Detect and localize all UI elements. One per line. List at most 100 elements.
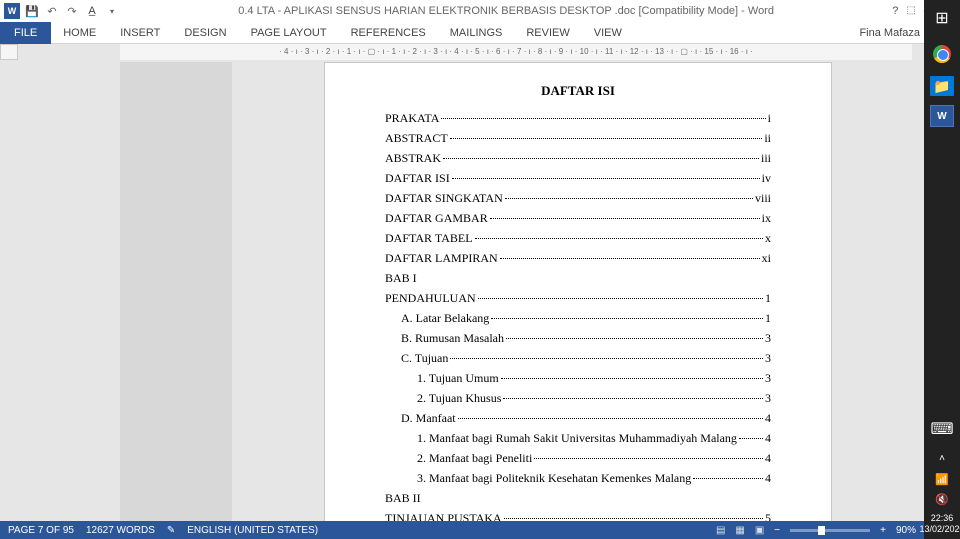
- toc-page: 1: [765, 291, 771, 306]
- page-container[interactable]: DAFTAR ISI PRAKATAi ABSTRACT ii ABSTRAK iii D…: [0, 62, 924, 521]
- word-taskbar-icon[interactable]: W: [926, 100, 958, 132]
- toc-page: 3: [765, 391, 771, 406]
- toc-dots: [491, 309, 763, 319]
- toc-text: DAFTAR LAMPIRAN: [385, 251, 498, 266]
- toc-dots: [506, 329, 763, 339]
- save-icon[interactable]: 💾: [24, 3, 40, 19]
- toc-page: 3: [765, 351, 771, 366]
- toc-line: DAFTAR SINGKATANviii: [385, 191, 771, 206]
- help-icon[interactable]: ?: [892, 5, 898, 18]
- tab-file[interactable]: FILE: [0, 22, 51, 44]
- tab-view[interactable]: VIEW: [582, 22, 634, 44]
- toc-text: 3. Manfaat bagi Politeknik Kesehatan Kem…: [417, 471, 691, 486]
- toc-text: ABSTRACT: [385, 131, 448, 146]
- quick-access-toolbar: W 💾 ↶ ↷ A̲ ▾: [4, 3, 120, 19]
- toc-page: ii: [764, 131, 771, 146]
- zoom-out-icon[interactable]: −: [774, 525, 780, 536]
- toc-line: BAB I: [385, 271, 771, 286]
- start-icon[interactable]: ⊞: [926, 2, 958, 34]
- tray-clock[interactable]: 22:36 13/02/2020: [919, 509, 960, 539]
- status-page[interactable]: PAGE 7 OF 95: [8, 525, 74, 536]
- zoom-slider[interactable]: [790, 529, 870, 532]
- window-title: 0.4 LTA - APLIKASI SENSUS HARIAN ELEKTRO…: [120, 5, 892, 17]
- volume-icon[interactable]: 🔇: [926, 491, 958, 507]
- toc-text: 2. Manfaat bagi Peneliti: [417, 451, 532, 466]
- toc-dots: [450, 349, 763, 359]
- toc-line: DAFTAR LAMPIRAN xi: [385, 251, 771, 266]
- toc-text: A. Latar Belakang: [401, 311, 489, 326]
- tab-home[interactable]: HOME: [51, 22, 108, 44]
- zoom-level[interactable]: 90%: [896, 525, 916, 536]
- zoom-in-icon[interactable]: +: [880, 525, 886, 536]
- toc-line: BAB II: [385, 491, 771, 506]
- toc-page: 4: [765, 431, 771, 446]
- wifi-icon[interactable]: 📶: [926, 471, 958, 487]
- table-of-contents: PRAKATAi ABSTRACT ii ABSTRAK iii DAFTAR ISI iv…: [385, 111, 771, 521]
- toc-text: DAFTAR GAMBAR: [385, 211, 488, 226]
- tab-mailings[interactable]: MAILINGS: [438, 22, 515, 44]
- toc-text: D. Manfaat: [401, 411, 456, 426]
- view-read-icon[interactable]: ▤: [716, 525, 725, 536]
- view-web-icon[interactable]: ▣: [755, 525, 764, 536]
- proofing-icon[interactable]: ✎: [167, 525, 175, 536]
- toc-line: B. Rumusan Masalah3: [385, 331, 771, 346]
- toc-line: 2. Tujuan Khusus3: [385, 391, 771, 406]
- status-lang[interactable]: ENGLISH (UNITED STATES): [187, 525, 318, 536]
- toc-page: iv: [762, 171, 771, 186]
- keyboard-icon[interactable]: ⌨: [926, 413, 958, 445]
- toc-text: DAFTAR SINGKATAN: [385, 191, 503, 206]
- toc-page: xi: [762, 251, 771, 266]
- toc-dots: [693, 469, 763, 479]
- toc-text: ABSTRAK: [385, 151, 441, 166]
- view-print-icon[interactable]: ▦: [735, 525, 744, 536]
- user-name: Fina Mafaza: [859, 27, 920, 39]
- toc-page: x: [765, 231, 771, 246]
- toc-text: PENDAHULUAN: [385, 291, 476, 306]
- toc-page: iii: [761, 151, 771, 166]
- toc-page: 3: [765, 371, 771, 386]
- show-hidden-icon[interactable]: ˄: [926, 449, 958, 467]
- redo-icon[interactable]: ↷: [64, 3, 80, 19]
- taskbar: ⊞ 📁 W ⌨ ˄ 📶 🔇 22:36 13/02/2020: [924, 0, 960, 539]
- status-words[interactable]: 12627 WORDS: [86, 525, 155, 536]
- page-title: DAFTAR ISI: [385, 83, 771, 99]
- toc-dots: [452, 169, 760, 179]
- tab-design[interactable]: DESIGN: [172, 22, 238, 44]
- toc-line: A. Latar Belakang 1: [385, 311, 771, 326]
- tab-insert[interactable]: INSERT: [108, 22, 172, 44]
- tray-date: 13/02/2020: [919, 524, 960, 535]
- tray-time: 22:36: [919, 513, 960, 524]
- toc-dots: [534, 449, 763, 459]
- qat-dropdown-icon[interactable]: ▾: [104, 3, 120, 19]
- toc-text: 1. Tujuan Umum: [417, 371, 499, 386]
- toc-line: PRAKATAi: [385, 111, 771, 126]
- toc-dots: [441, 109, 765, 119]
- toc-page: 3: [765, 331, 771, 346]
- prev-page-shadow: [120, 62, 232, 521]
- chrome-taskbar-icon[interactable]: [926, 38, 958, 70]
- toc-dots: [501, 369, 763, 379]
- toc-page: ix: [762, 211, 771, 226]
- document-page[interactable]: DAFTAR ISI PRAKATAi ABSTRACT ii ABSTRAK iii D…: [324, 62, 832, 521]
- word-icon[interactable]: W: [4, 3, 20, 19]
- work-area: · 4 · ı · 3 · ı · 2 · ı · 1 · ı · ▢ · ı …: [0, 44, 924, 521]
- toc-text: DAFTAR TABEL: [385, 231, 473, 246]
- toc-line: 1. Manfaat bagi Rumah Sakit Universitas …: [385, 431, 771, 446]
- tab-review[interactable]: REVIEW: [514, 22, 581, 44]
- explorer-icon[interactable]: 📁: [930, 76, 954, 96]
- toc-dots: [478, 289, 763, 299]
- toc-line: DAFTAR TABEL x: [385, 231, 771, 246]
- toc-dots: [490, 209, 760, 219]
- undo-icon[interactable]: ↶: [44, 3, 60, 19]
- toc-dots: [739, 429, 763, 439]
- tab-references[interactable]: REFERENCES: [339, 22, 438, 44]
- toc-line: 2. Manfaat bagi Peneliti4: [385, 451, 771, 466]
- ruler-corner[interactable]: [0, 44, 18, 60]
- toc-line: DAFTAR GAMBAR ix: [385, 211, 771, 226]
- toc-text: DAFTAR ISI: [385, 171, 450, 186]
- toc-page: 1: [765, 311, 771, 326]
- horizontal-ruler[interactable]: · 4 · ı · 3 · ı · 2 · ı · 1 · ı · ▢ · ı …: [120, 44, 912, 60]
- tab-pagelayout[interactable]: PAGE LAYOUT: [239, 22, 339, 44]
- font-icon[interactable]: A̲: [84, 3, 100, 19]
- ribbon-display-icon[interactable]: ⬚: [906, 5, 915, 18]
